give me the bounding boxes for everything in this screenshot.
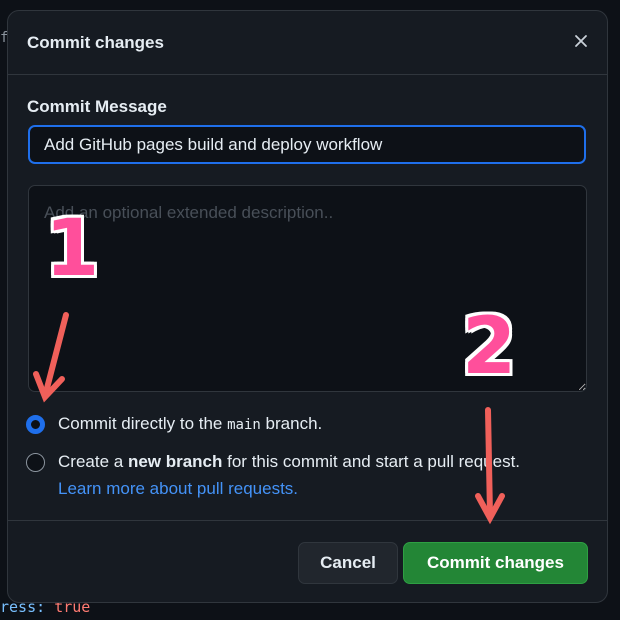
commit-dialog: Commit changes Commit Message Commit dir… xyxy=(7,10,608,603)
dialog-header: Commit changes xyxy=(8,11,607,75)
option-new-branch-label: Create a new branch for this commit and … xyxy=(58,452,521,471)
learn-more-link[interactable]: Learn more about pull requests. xyxy=(58,479,298,499)
radio-unselected[interactable] xyxy=(26,452,45,472)
commit-message-label: Commit Message xyxy=(27,97,167,116)
annotation-step-1: 1 xyxy=(45,204,100,294)
option-new-branch[interactable]: Create a new branch for this commit and … xyxy=(26,452,520,472)
cancel-button[interactable]: Cancel xyxy=(298,542,398,584)
close-button[interactable] xyxy=(569,29,593,53)
dialog-footer: Cancel Commit changes xyxy=(8,520,607,602)
commit-message-input[interactable] xyxy=(28,125,586,164)
radio-selected[interactable] xyxy=(26,414,45,434)
branch-name: main xyxy=(227,417,261,433)
dialog-title: Commit changes xyxy=(27,33,164,52)
commit-changes-button[interactable]: Commit changes xyxy=(403,542,588,584)
option-commit-directly[interactable]: Commit directly to the main branch. xyxy=(26,414,322,434)
annotation-step-2: 2 xyxy=(462,302,517,392)
option-commit-directly-label: Commit directly to the main branch. xyxy=(58,414,323,433)
close-icon xyxy=(575,35,587,47)
